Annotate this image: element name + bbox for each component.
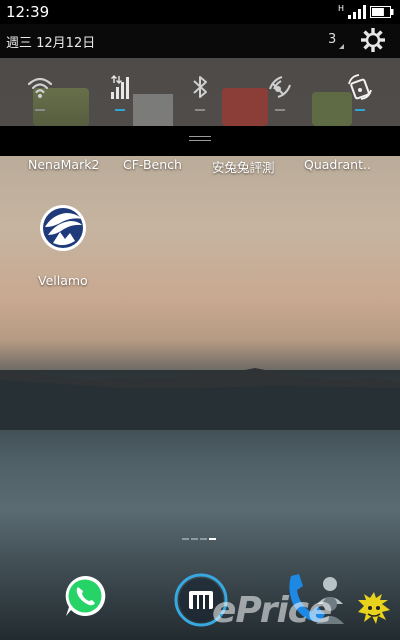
app-label-antutu[interactable]: 安兔兔評測	[212, 157, 275, 176]
drag-handle-icon	[189, 136, 211, 144]
vellamo-icon[interactable]	[40, 205, 86, 251]
qs-indicator	[355, 109, 365, 111]
qs-tile-mobile-data[interactable]	[80, 58, 160, 126]
panel-handle[interactable]	[0, 126, 400, 156]
watermark-text: ePrice	[212, 590, 333, 631]
notification-count[interactable]: 3	[328, 32, 336, 47]
date-text: 週三 12月12日	[6, 36, 96, 51]
status-bar: 12:39 H	[0, 0, 400, 24]
mobile-data-icon	[111, 75, 129, 99]
page-dot	[200, 538, 207, 540]
gear-icon[interactable]	[359, 26, 387, 54]
signal-icon	[348, 5, 366, 19]
watermark-logo: ePrice	[212, 590, 333, 631]
qs-tile-auto-rotate[interactable]	[320, 58, 400, 126]
qs-tile-bluetooth[interactable]	[160, 58, 240, 126]
bluetooth-icon	[193, 76, 207, 98]
page-dot	[191, 538, 198, 540]
battery-icon	[370, 6, 394, 18]
notification-expand-icon	[339, 44, 344, 49]
qs-tile-gps[interactable]	[240, 58, 320, 126]
qs-tile-wifi[interactable]	[0, 58, 80, 126]
app-label-nenamark2[interactable]: NenaMark2	[28, 157, 99, 172]
app-label-vellamo[interactable]: Vellamo	[38, 273, 88, 288]
network-type-label: H	[337, 4, 344, 13]
qs-indicator	[195, 109, 205, 111]
page-dot	[182, 538, 189, 540]
app-label-cf-bench[interactable]: CF-Bench	[123, 157, 182, 172]
auto-rotate-icon	[348, 74, 372, 100]
wallpaper-mountains	[0, 368, 400, 430]
page-indicator	[182, 538, 216, 540]
qs-indicator	[115, 109, 125, 111]
status-time: 12:39	[6, 3, 50, 21]
wifi-icon	[27, 77, 53, 98]
page-dot-active	[209, 538, 216, 540]
quick-settings-panel	[0, 58, 400, 126]
qs-indicator	[275, 109, 285, 111]
gps-icon	[269, 76, 291, 98]
app-label-quadrant[interactable]: Quadrant..	[304, 157, 371, 172]
whatsapp-icon[interactable]	[62, 573, 108, 619]
qs-indicator	[35, 109, 45, 111]
watermark-mascot-icon	[358, 592, 390, 624]
notification-header: 週三 12月12日 3	[0, 24, 400, 58]
